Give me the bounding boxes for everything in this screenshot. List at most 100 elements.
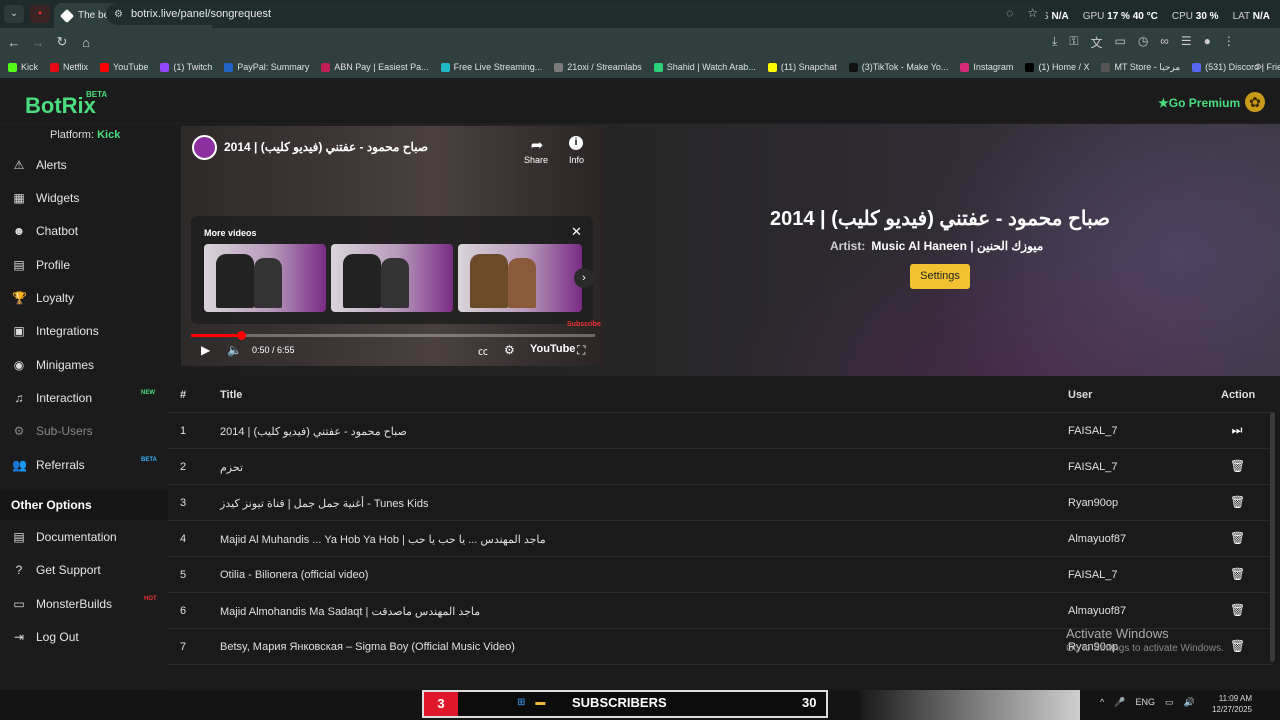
share-icon[interactable]: ➦	[524, 136, 550, 154]
close-more-videos-icon[interactable]: ✕	[571, 224, 582, 240]
wallet-icon[interactable]: ▭	[1114, 34, 1125, 51]
bookmark-item[interactable]: (3)TikTok - Make Yo...	[848, 62, 948, 72]
trash-icon[interactable]: 🗑	[1230, 639, 1245, 653]
info-label[interactable]: Info	[569, 155, 584, 165]
sidebar-item-integrations[interactable]: ▣ Integrations	[12, 320, 162, 342]
sidebar-item-documentation[interactable]: ▤ Documentation	[12, 526, 162, 548]
bookmark-item[interactable]: ABN Pay | Easiest Pa...	[321, 62, 429, 72]
user-avatar[interactable]: ✿	[1245, 92, 1265, 112]
sidebar-item-interaction[interactable]: ♫ Interaction	[12, 387, 162, 409]
tray-chevron-icon[interactable]: ^	[1100, 697, 1104, 708]
sidebar-item-log-out[interactable]: ⇥ Log Out	[12, 626, 162, 648]
settings-gear-icon[interactable]: ⚙	[504, 343, 515, 357]
bookmark-favicon-icon	[653, 62, 663, 72]
row-user: Almayuof87	[1068, 533, 1127, 545]
subscriber-count: 3	[424, 692, 458, 716]
captions-icon[interactable]: ㏄	[478, 343, 488, 358]
volume-icon[interactable]: 🔈	[227, 343, 242, 357]
subscribe-watermark[interactable]: Subscribe	[567, 321, 601, 328]
bookmark-item[interactable]: MT Store - مرحبا	[1101, 62, 1180, 73]
fullscreen-icon[interactable]: ⛶	[577, 343, 585, 358]
address-bar[interactable]: ⚙ botrix.live/panel/songrequest ◌ ☆	[106, 3, 1046, 25]
link-icon[interactable]: ∞	[1160, 34, 1169, 51]
reload-icon[interactable]: ↻	[50, 34, 74, 50]
translate-icon[interactable]: 文	[1090, 34, 1102, 51]
bookmark-item[interactable]: Netflix	[50, 62, 88, 72]
skip-icon[interactable]: ⏭	[1230, 423, 1244, 438]
download-icon[interactable]: ⤓	[1052, 34, 1057, 51]
bookmark-item[interactable]: (11) Snapchat	[767, 62, 837, 72]
menu-kebab-icon[interactable]: ⋮	[1223, 34, 1235, 51]
pinned-tab[interactable]: ▪	[30, 5, 50, 23]
trash-icon[interactable]: 🗑	[1230, 459, 1245, 473]
sidebar-item-widgets[interactable]: ▦ Widgets	[12, 187, 162, 209]
chevron-right-icon[interactable]: ›	[574, 268, 594, 288]
sidebar-item-profile[interactable]: ▤ Profile	[12, 254, 162, 276]
suggested-video-thumb[interactable]	[331, 244, 453, 312]
sidebar-item-loyalty[interactable]: 🏆 Loyalty	[12, 287, 162, 309]
trash-icon[interactable]: 🗑	[1230, 567, 1245, 581]
history-icon[interactable]: ◷	[1138, 34, 1148, 51]
home-icon[interactable]: ⌂	[74, 35, 98, 50]
channel-avatar[interactable]	[192, 135, 217, 160]
bookmark-item[interactable]: Instagram	[960, 62, 1013, 72]
trash-icon[interactable]: 🗑	[1230, 531, 1245, 545]
settings-button[interactable]: Settings	[910, 264, 970, 289]
volume-tray-icon[interactable]: 🔊	[1183, 697, 1194, 708]
sidebar-item-get-support[interactable]: ? Get Support	[12, 559, 162, 581]
info-icon[interactable]: i	[569, 136, 583, 150]
site-info-icon[interactable]: ⚙	[114, 9, 123, 20]
player-video-title[interactable]: صباح محمود - عفتني (فيديو كليب) | 2014	[224, 140, 428, 154]
language-indicator[interactable]: ENG	[1135, 697, 1155, 708]
bookmark-favicon-icon	[100, 62, 110, 72]
bookmark-star-icon[interactable]: ☆	[1027, 6, 1038, 20]
bookmark-item[interactable]: (531) Discord | Frien...	[1192, 62, 1280, 72]
trash-icon[interactable]: 🗑	[1230, 495, 1245, 509]
windows-start-icon[interactable]: ⊞	[517, 697, 525, 708]
sidebar-item-chatbot[interactable]: ☻ Chatbot	[12, 220, 162, 242]
share-label[interactable]: Share	[524, 155, 548, 165]
tab-search-icon[interactable]: ⌄	[4, 5, 24, 23]
progress-scrubber[interactable]	[237, 331, 246, 340]
sidebar-item-alerts[interactable]: ⚠ Alerts	[12, 154, 162, 176]
sidebar-item-minigames[interactable]: ◉ Minigames	[12, 354, 162, 376]
sidebar-icon: ▣	[13, 324, 25, 338]
file-explorer-icon[interactable]: ▬	[535, 697, 545, 708]
youtube-logo[interactable]: YouTube	[530, 343, 575, 355]
forward-icon[interactable]: →	[26, 35, 50, 50]
row-number: 7	[180, 641, 187, 653]
progress-track[interactable]	[191, 334, 595, 337]
go-premium-button[interactable]: ★Go Premium	[1158, 96, 1240, 110]
sidebar-item-sub-users[interactable]: ⚙ Sub-Users	[12, 420, 162, 442]
youtube-player[interactable]: صباح محمود - عفتني (فيديو كليب) | 2014 ➦…	[181, 126, 605, 366]
bookmark-item[interactable]: PayPal: Summary	[224, 62, 309, 72]
bookmark-item[interactable]: Shahid | Watch Arab...	[653, 62, 756, 72]
bookmark-item[interactable]: (1) Home / X	[1025, 62, 1089, 72]
bookmark-item[interactable]: YouTube	[100, 62, 148, 72]
bookmark-item[interactable]: 21oxi / Streamlabs	[554, 62, 642, 72]
sidebar-item-referrals[interactable]: 👥 Referrals	[12, 454, 162, 476]
bookmark-item[interactable]: Kick	[8, 62, 38, 72]
sidebar-item-label: Minigames	[36, 358, 95, 372]
profile-avatar-icon[interactable]: ●	[1204, 34, 1211, 51]
taskbar-clock[interactable]: 11:09 AM 12/27/2025	[1210, 693, 1252, 715]
suggested-video-thumb[interactable]	[458, 244, 582, 312]
sidebar-item-label: Chatbot	[36, 224, 79, 238]
extension-key-icon[interactable]: ⚿	[1069, 34, 1078, 51]
back-icon[interactable]: ←	[2, 35, 26, 50]
bookmark-item[interactable]: Free Live Streaming...	[440, 62, 542, 72]
playlist-icon[interactable]: ☰	[1181, 34, 1192, 51]
network-icon[interactable]: ▭	[1165, 697, 1174, 708]
table-scrollbar[interactable]	[1270, 412, 1275, 662]
trash-icon[interactable]: 🗑	[1230, 603, 1245, 617]
sidebar-item-monsterbuilds[interactable]: ▭ MonsterBuilds	[12, 593, 162, 615]
mic-icon[interactable]: 🎤	[1114, 697, 1125, 708]
play-icon[interactable]: ▶	[201, 343, 210, 357]
sidebar-icon: 👥	[12, 458, 27, 472]
eye-off-icon[interactable]: ◌	[1006, 6, 1013, 20]
sidebar-icon: ▤	[13, 258, 25, 272]
bookmarks-overflow-icon[interactable]: »	[1255, 59, 1262, 73]
bookmark-favicon-icon	[1101, 62, 1111, 72]
bookmark-item[interactable]: (1) Twitch	[160, 62, 212, 72]
suggested-video-thumb[interactable]	[204, 244, 326, 312]
